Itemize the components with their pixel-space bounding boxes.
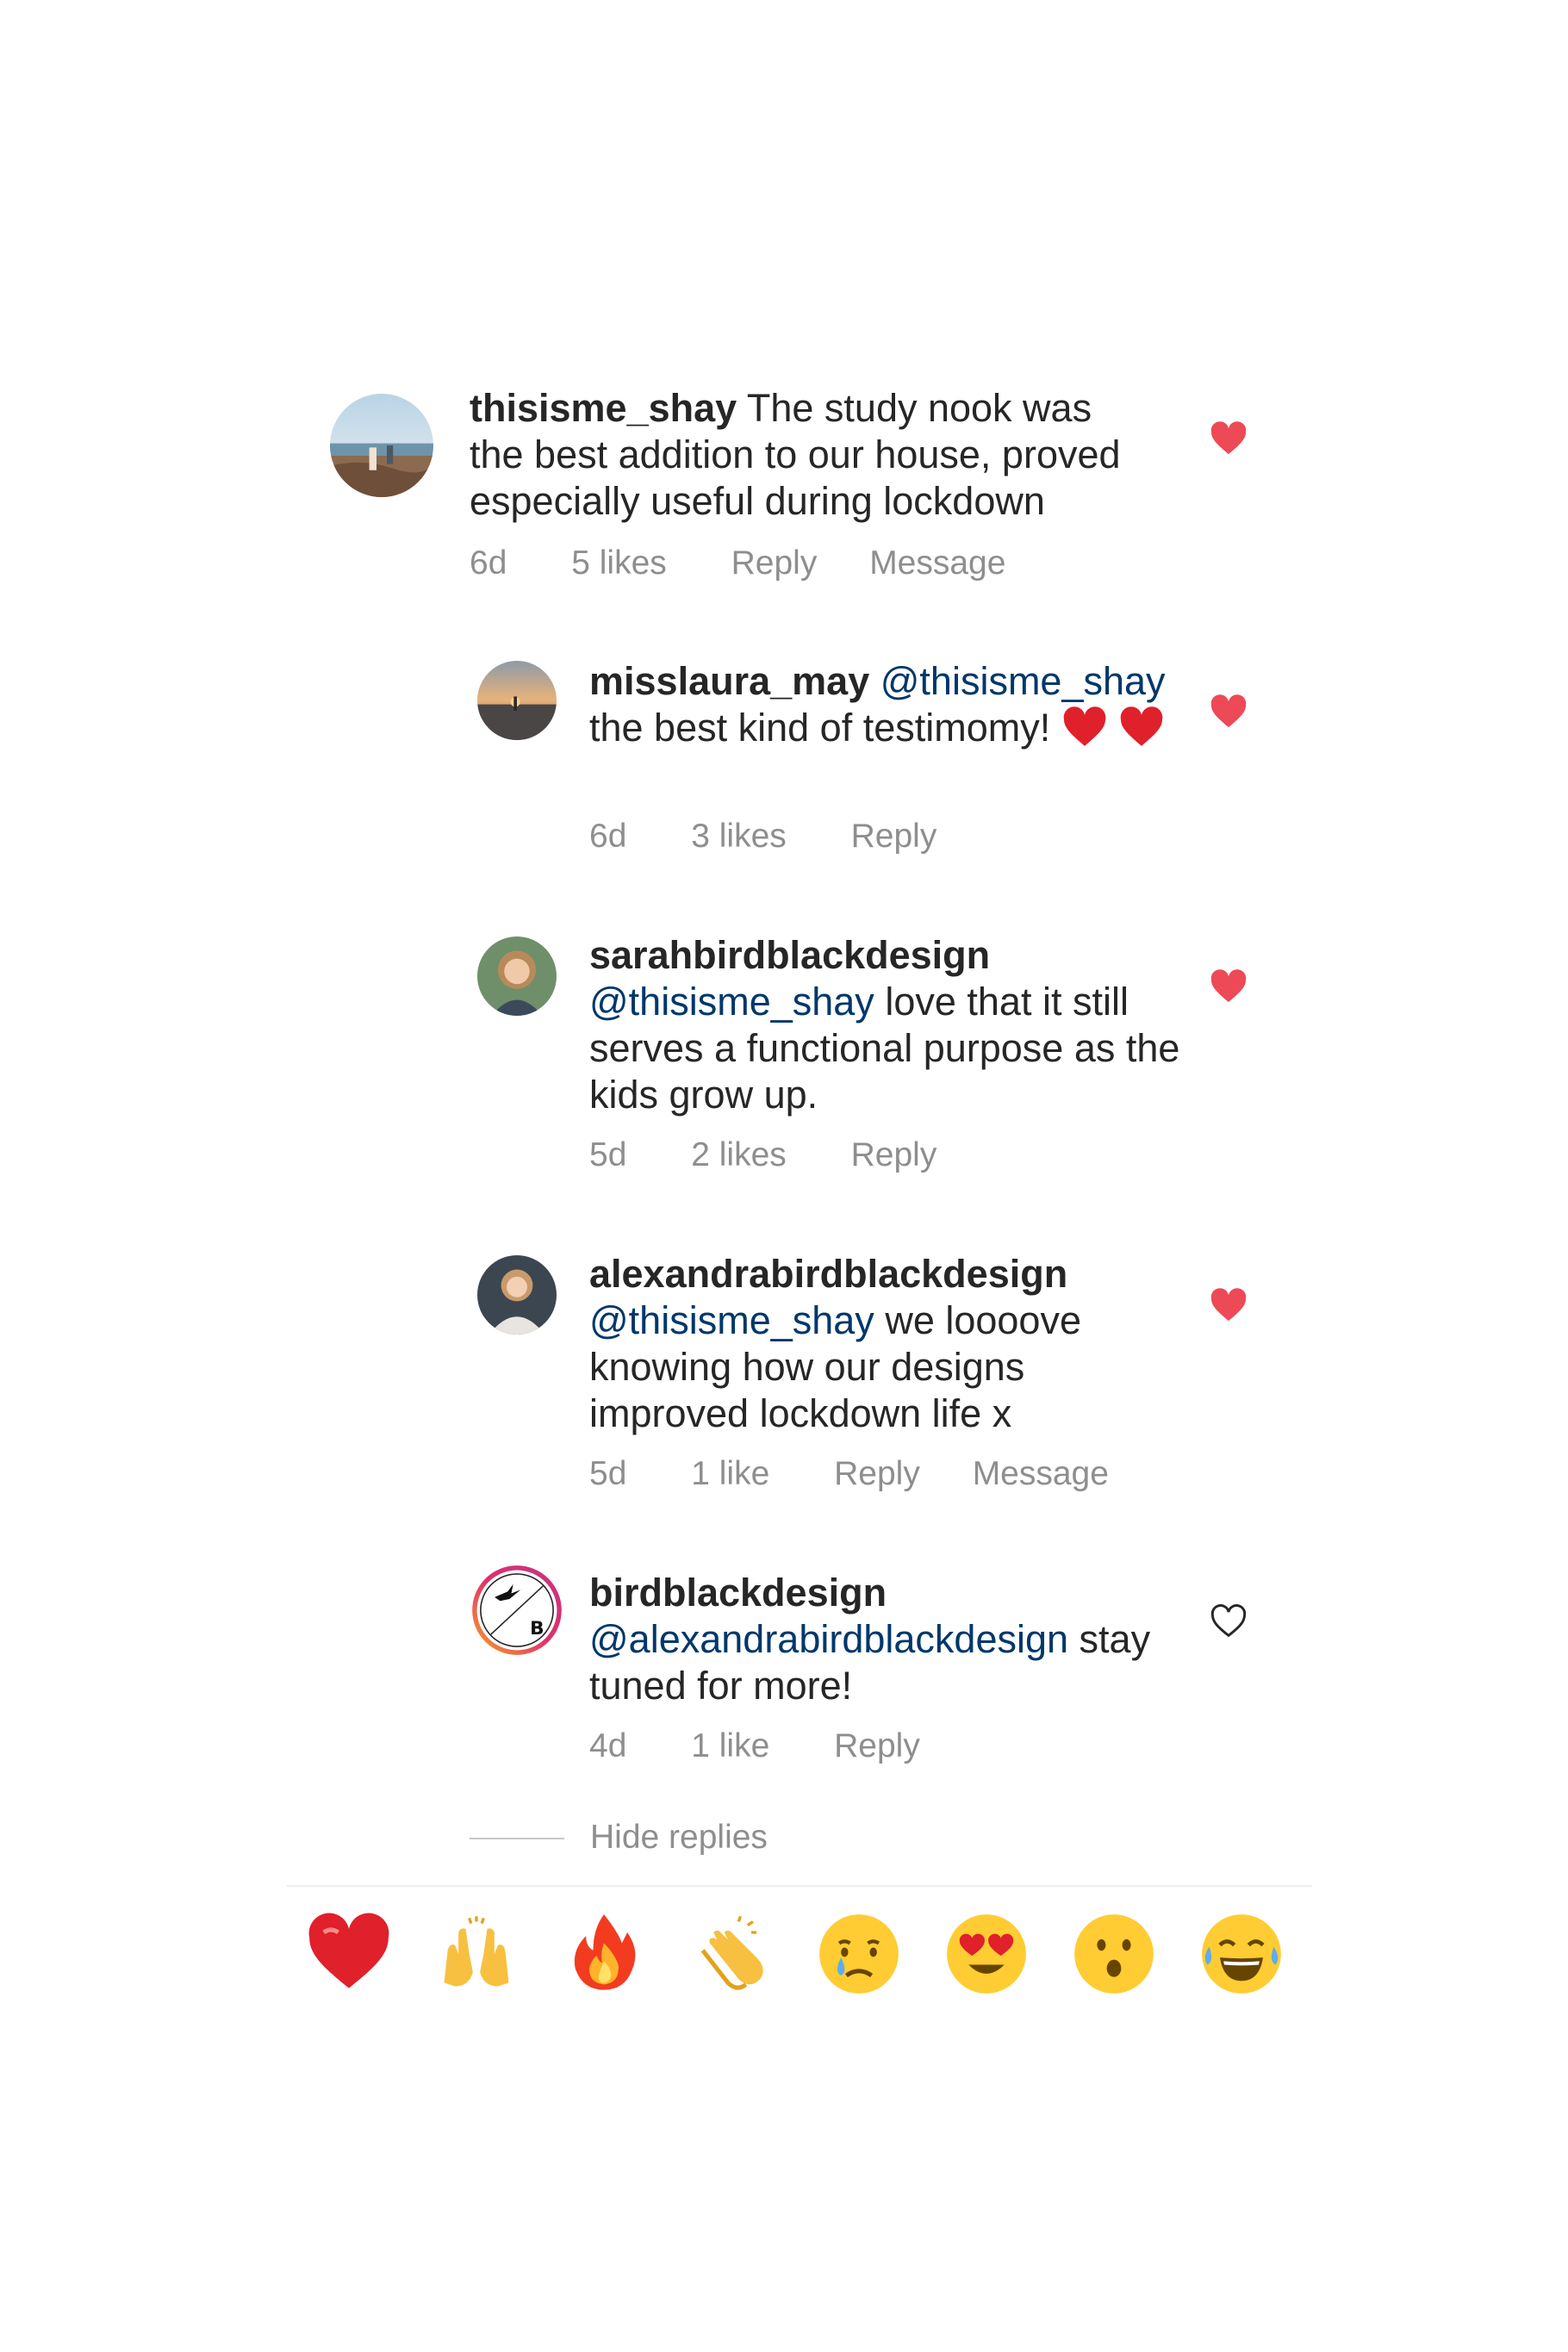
red-heart-emoji-icon	[1118, 706, 1165, 748]
comment-meta: 6d 5 likes Reply Message	[470, 544, 1005, 583]
likes-count[interactable]: 1 like	[691, 1454, 769, 1494]
red-heart-icon[interactable]	[306, 1911, 392, 1997]
divider	[287, 1885, 1312, 1887]
comment-body: sarahbirdblackdesign @thisisme_shay love…	[589, 932, 1192, 1118]
beach-photo-icon	[330, 394, 433, 497]
like-heart-outline-icon[interactable]	[1210, 1604, 1248, 1639]
avatar[interactable]: B	[470, 1564, 563, 1657]
reply-button[interactable]: Reply	[834, 1727, 920, 1766]
message-button[interactable]: Message	[973, 1454, 1109, 1494]
comment-meta: 5d 2 likes Reply	[589, 1136, 936, 1175]
avatar[interactable]	[330, 394, 433, 497]
like-heart-icon[interactable]	[1210, 969, 1248, 1004]
reply-button[interactable]: Reply	[851, 817, 937, 856]
sunset-photo-icon	[477, 661, 557, 740]
comment-username[interactable]: thisisme_shay	[470, 386, 737, 430]
reply-button[interactable]: Reply	[851, 1136, 937, 1175]
comment-username[interactable]: misslaura_may	[589, 659, 869, 703]
comment-username[interactable]: sarahbirdblackdesign	[589, 933, 990, 977]
clapping-hands-icon[interactable]	[688, 1911, 775, 1997]
mention-link[interactable]: @thisisme_shay	[589, 1298, 874, 1342]
likes-count[interactable]: 1 like	[691, 1727, 769, 1766]
comment-body: alexandrabirdblackdesign @thisisme_shay …	[589, 1251, 1184, 1437]
hide-replies-button[interactable]: Hide replies	[590, 1816, 768, 1859]
comment-time: 5d	[589, 1455, 627, 1492]
comment-body: birdblackdesign @alexandrabirdblackdesig…	[589, 1570, 1192, 1709]
avatar[interactable]	[477, 1255, 557, 1335]
hide-replies-row: Hide replies	[470, 1816, 1073, 1859]
heart-eyes-face-icon[interactable]	[943, 1911, 1030, 1997]
likes-count[interactable]: 3 likes	[691, 817, 787, 856]
likes-count[interactable]: 2 likes	[691, 1136, 787, 1175]
message-button[interactable]: Message	[869, 544, 1005, 583]
surprised-face-icon[interactable]	[1071, 1911, 1157, 1997]
comment-body: thisisme_shay The study nook was the bes…	[470, 385, 1150, 525]
logo-letter: B	[530, 1618, 544, 1640]
comment-meta: 6d 3 likes Reply	[589, 817, 936, 856]
red-heart-emoji-icon	[1061, 706, 1108, 748]
raising-hands-icon[interactable]	[433, 1911, 520, 1997]
emoji-quick-bar	[287, 1911, 1312, 2006]
comment-meta: 4d 1 like Reply	[589, 1727, 920, 1766]
comment-body: misslaura_may @thisisme_shay the best ki…	[589, 658, 1175, 751]
comment-meta: 5d 1 like Reply Message	[589, 1454, 1109, 1494]
crying-face-icon[interactable]	[816, 1911, 902, 1997]
comment-time: 5d	[589, 1136, 627, 1173]
tears-of-joy-face-icon[interactable]	[1198, 1911, 1285, 1997]
mention-link[interactable]: @alexandrabirdblackdesign	[589, 1617, 1068, 1661]
comments-screen: thisisme_shay The study nook was the bes…	[0, 0, 1568, 2352]
comment-username[interactable]: alexandrabirdblackdesign	[589, 1252, 1067, 1296]
likes-count[interactable]: 5 likes	[571, 544, 667, 583]
comment-time: 6d	[470, 544, 507, 582]
hide-replies-line	[470, 1838, 564, 1839]
like-heart-icon[interactable]	[1210, 1288, 1248, 1322]
avatar[interactable]	[477, 661, 557, 740]
comment-text: the best kind of testimomy!	[589, 706, 1051, 750]
like-heart-icon[interactable]	[1210, 694, 1248, 729]
mention-link[interactable]: @thisisme_shay	[880, 659, 1166, 703]
avatar[interactable]	[477, 936, 557, 1016]
brand-logo-icon: B	[472, 1565, 562, 1655]
comment-time: 6d	[589, 818, 627, 855]
mention-link[interactable]: @thisisme_shay	[589, 980, 874, 1024]
like-heart-icon[interactable]	[1210, 421, 1248, 456]
portrait-photo-icon	[477, 936, 557, 1016]
fire-icon[interactable]	[561, 1911, 647, 1997]
comment-time: 4d	[589, 1727, 627, 1764]
reply-button[interactable]: Reply	[834, 1454, 920, 1494]
comment-username[interactable]: birdblackdesign	[589, 1571, 887, 1615]
portrait-photo-icon	[477, 1255, 557, 1335]
reply-button[interactable]: Reply	[731, 544, 818, 583]
